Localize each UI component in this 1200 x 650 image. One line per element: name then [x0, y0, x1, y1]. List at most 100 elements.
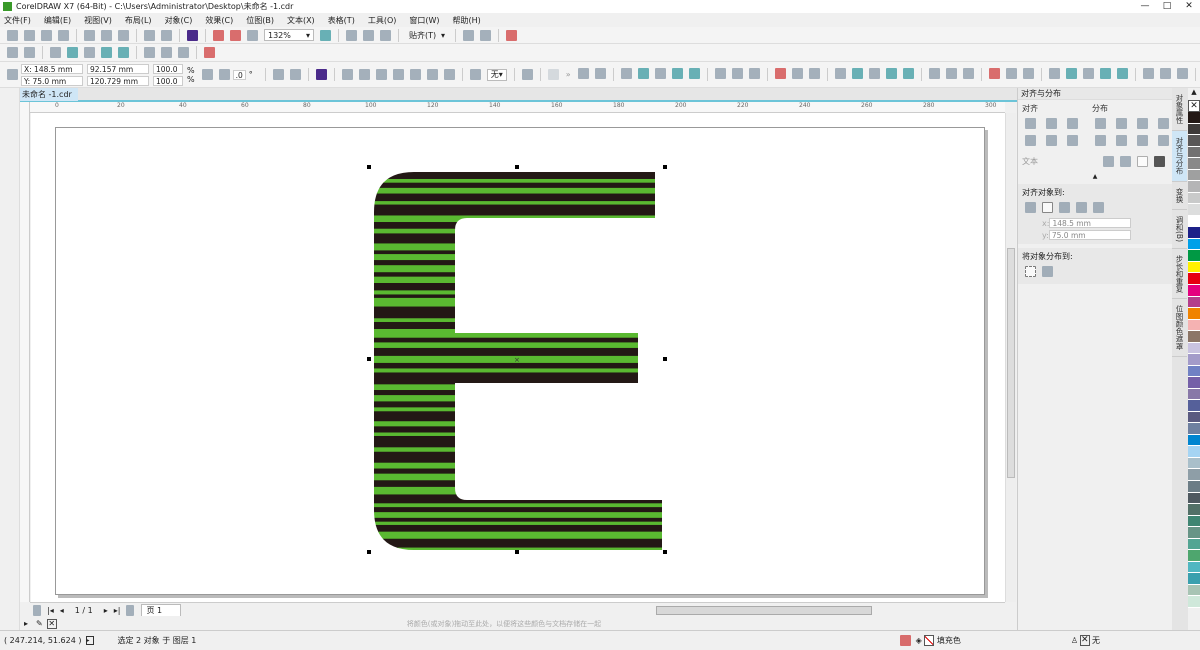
- add-page-icon[interactable]: [33, 604, 41, 616]
- color-swatch[interactable]: [1188, 112, 1200, 124]
- letter-e-shape[interactable]: [370, 165, 670, 557]
- color-swatch[interactable]: [1188, 377, 1200, 389]
- text-outline-icon[interactable]: [1154, 156, 1165, 167]
- align-option-icon[interactable]: [1025, 135, 1036, 146]
- color-swatch[interactable]: [1188, 123, 1200, 136]
- color-swatch[interactable]: [1188, 354, 1200, 366]
- palette-scroll-up-icon[interactable]: ▲: [1188, 88, 1200, 100]
- align-option-icon[interactable]: [1067, 135, 1078, 146]
- macro-cmyk-icon[interactable]: [1082, 68, 1094, 79]
- color-swatch[interactable]: [1188, 411, 1200, 424]
- no-color-swatch[interactable]: ✕: [1188, 100, 1200, 112]
- distribute-option-icon[interactable]: [1095, 135, 1106, 146]
- color-swatch[interactable]: [1188, 596, 1200, 608]
- selection-handle[interactable]: [515, 550, 519, 554]
- text-last-baseline-icon[interactable]: [1120, 156, 1131, 167]
- active-objects-icon[interactable]: [1025, 202, 1036, 213]
- docker-tab[interactable]: 对象属性: [1172, 88, 1187, 131]
- align-option-icon[interactable]: [1046, 118, 1057, 129]
- color-swatch[interactable]: [1188, 250, 1200, 262]
- color-swatch[interactable]: [1188, 400, 1200, 412]
- selection-handle[interactable]: [367, 550, 371, 554]
- macro-dist-icon[interactable]: [1048, 68, 1060, 79]
- color-swatch[interactable]: [1188, 296, 1200, 309]
- distribute-option-icon[interactable]: [1158, 135, 1169, 146]
- grid-icon[interactable]: [1076, 202, 1087, 213]
- macro-layers-icon[interactable]: [1176, 68, 1188, 79]
- distribute-option-icon[interactable]: [1116, 118, 1127, 129]
- add-page-after-icon[interactable]: [126, 604, 135, 616]
- text-first-baseline-icon[interactable]: [1103, 156, 1114, 167]
- color-swatch[interactable]: [1188, 423, 1200, 435]
- color-swatch[interactable]: [1188, 284, 1200, 297]
- palette-menu-icon[interactable]: ▸: [24, 619, 28, 628]
- color-swatch[interactable]: [1188, 227, 1200, 239]
- macro-copy-icon[interactable]: [1099, 68, 1111, 79]
- maximize-button[interactable]: □: [1156, 0, 1178, 13]
- color-swatch[interactable]: [1188, 434, 1200, 447]
- color-swatch[interactable]: [1188, 181, 1200, 193]
- macro-rgb-icon[interactable]: [1065, 68, 1077, 79]
- macro-paste-icon[interactable]: [1116, 68, 1128, 79]
- first-page-icon[interactable]: |◂: [47, 606, 54, 615]
- color-swatch[interactable]: [1188, 365, 1200, 378]
- collapse-arrow-icon[interactable]: ▲: [1018, 173, 1172, 180]
- color-swatch[interactable]: [1188, 261, 1200, 274]
- docker-tab[interactable]: 调和(B): [1172, 210, 1187, 249]
- distribute-option-icon[interactable]: [1116, 135, 1127, 146]
- distribute-option-icon[interactable]: [1158, 118, 1169, 129]
- color-swatch[interactable]: [1188, 135, 1200, 147]
- color-swatch[interactable]: [1188, 388, 1200, 401]
- color-swatch[interactable]: [1188, 515, 1200, 528]
- prev-page-icon[interactable]: ◂: [60, 606, 64, 615]
- align-option-icon[interactable]: [1067, 118, 1078, 129]
- vertical-scroll-thumb[interactable]: [1007, 248, 1015, 478]
- next-page-icon[interactable]: ▸: [104, 606, 108, 615]
- extent-of-selection-icon[interactable]: [1025, 266, 1036, 277]
- page-edge-icon[interactable]: [1042, 202, 1053, 213]
- selection-handle[interactable]: [515, 165, 519, 169]
- align-option-icon[interactable]: [1046, 135, 1057, 146]
- minimize-button[interactable]: —: [1134, 0, 1156, 13]
- extent-of-page-icon[interactable]: [1042, 266, 1053, 277]
- specified-point-icon[interactable]: [1093, 202, 1104, 213]
- color-swatch[interactable]: [1188, 342, 1200, 355]
- color-swatch[interactable]: [1188, 308, 1200, 320]
- distribute-option-icon[interactable]: [1095, 118, 1106, 129]
- color-swatch[interactable]: [1188, 561, 1200, 574]
- align-y-field[interactable]: 75.0 mm: [1048, 230, 1131, 240]
- fill-swatch[interactable]: [923, 635, 934, 646]
- color-swatch[interactable]: [1188, 146, 1200, 159]
- text-bounding-box-icon[interactable]: [1137, 156, 1148, 167]
- selection-handle[interactable]: [663, 165, 667, 169]
- page-tab[interactable]: 页 1: [141, 604, 182, 616]
- selection-handle[interactable]: [663, 357, 667, 361]
- color-swatch[interactable]: [1188, 204, 1200, 216]
- macro-ruler-icon[interactable]: [1159, 68, 1171, 79]
- color-swatch[interactable]: [1188, 446, 1200, 458]
- color-swatch[interactable]: [1188, 192, 1200, 205]
- color-swatch[interactable]: [1188, 273, 1200, 285]
- docker-tab[interactable]: 对齐与分布: [1172, 131, 1187, 182]
- color-swatch[interactable]: [1188, 573, 1200, 585]
- color-swatch[interactable]: [1188, 492, 1200, 505]
- macro-v80-icon[interactable]: [1005, 68, 1017, 79]
- align-x-field[interactable]: 148.5 mm: [1049, 218, 1132, 228]
- color-swatch[interactable]: [1188, 238, 1200, 251]
- color-swatch[interactable]: [1188, 481, 1200, 493]
- color-swatch[interactable]: [1188, 457, 1200, 470]
- color-swatch[interactable]: [1188, 158, 1200, 170]
- docker-tab[interactable]: 位图颜色遮罩: [1172, 299, 1187, 357]
- align-option-icon[interactable]: [1025, 118, 1036, 129]
- color-proof-icon[interactable]: [899, 635, 911, 646]
- color-swatch[interactable]: [1188, 527, 1200, 539]
- vertical-scrollbar[interactable]: [1005, 113, 1016, 602]
- selection-handle[interactable]: [367, 357, 371, 361]
- macro-doc-icon[interactable]: [1142, 68, 1154, 79]
- page-center-icon[interactable]: [1059, 202, 1070, 213]
- selection-handle[interactable]: [367, 165, 371, 169]
- color-swatch[interactable]: [1188, 169, 1200, 182]
- color-swatch[interactable]: [1188, 538, 1200, 551]
- color-swatch[interactable]: [1188, 469, 1200, 481]
- color-swatch[interactable]: [1188, 319, 1200, 332]
